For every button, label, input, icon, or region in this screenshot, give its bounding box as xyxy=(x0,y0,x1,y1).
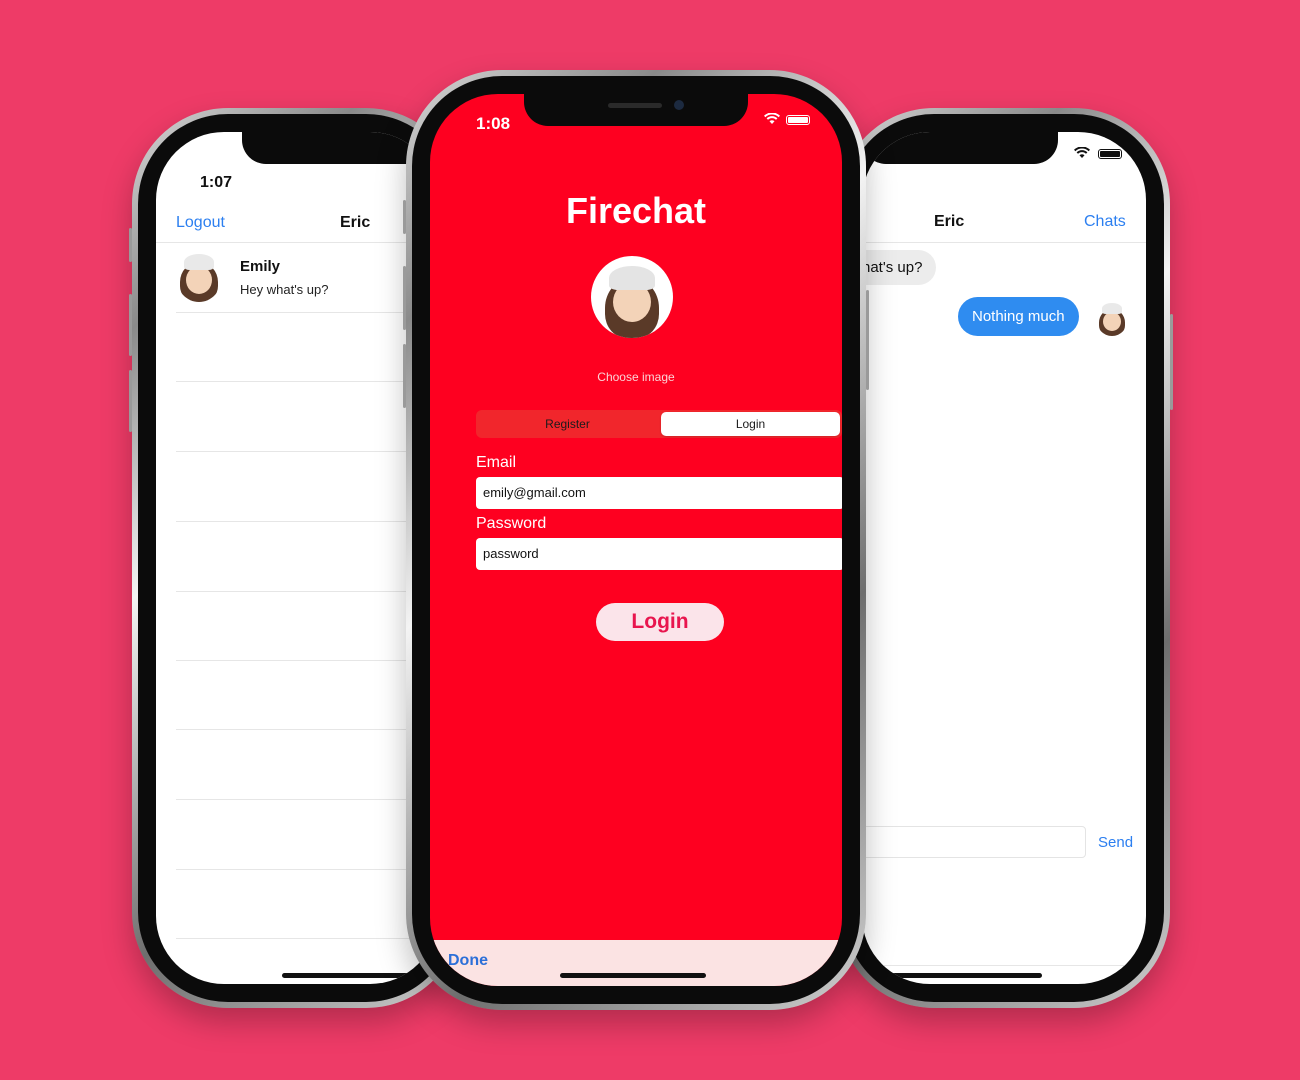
input-divider xyxy=(862,965,1146,966)
password-label: Password xyxy=(476,515,547,532)
app-title: Firechat xyxy=(565,190,707,231)
row-divider xyxy=(176,312,438,313)
keyboard-accessory-bar: Done xyxy=(430,940,842,986)
incoming-message-bubble: hat's up? xyxy=(862,250,937,285)
wifi-icon xyxy=(764,112,780,124)
right-phone-frame: Eric Chats hat's up? Nothing much Send xyxy=(838,108,1173,1008)
status-time: 1:08 xyxy=(476,114,511,133)
row-divider xyxy=(176,938,438,939)
nav-divider xyxy=(862,242,1146,243)
email-field[interactable]: emily@gmail.com xyxy=(476,477,842,509)
power-button xyxy=(866,290,869,390)
side-button xyxy=(129,228,132,262)
center-phone-frame: 1:08 Firechat Choose image Register Logi… xyxy=(403,70,869,1010)
row-divider xyxy=(176,521,438,522)
row-divider xyxy=(176,381,438,382)
password-field[interactable]: password xyxy=(476,538,842,570)
wifi-icon xyxy=(1074,146,1090,158)
done-button[interactable]: Done xyxy=(448,952,488,970)
status-time: 1:07 xyxy=(200,174,233,191)
send-button[interactable]: Send xyxy=(1098,834,1133,851)
battery-icon xyxy=(786,115,810,125)
row-divider xyxy=(176,799,438,800)
chats-back-button[interactable]: Chats xyxy=(1084,213,1126,231)
row-divider xyxy=(176,729,438,730)
memoji-avatar-icon xyxy=(176,252,222,302)
row-divider xyxy=(176,869,438,870)
volume-button xyxy=(129,294,132,356)
chat-last-message: Hey what's up? xyxy=(240,282,329,297)
row-divider xyxy=(176,451,438,452)
front-camera-icon xyxy=(674,100,684,110)
volume-button xyxy=(129,370,132,432)
row-divider xyxy=(176,591,438,592)
home-indicator xyxy=(282,973,422,978)
side-button xyxy=(403,200,406,234)
logout-button[interactable]: Logout xyxy=(176,214,225,232)
battery-icon xyxy=(1098,149,1122,159)
profile-image-picker[interactable] xyxy=(591,256,673,338)
nav-divider xyxy=(156,242,438,243)
volume-button xyxy=(403,344,406,408)
login-screen: 1:08 Firechat Choose image Register Logi… xyxy=(430,94,842,986)
choose-image-link[interactable]: Choose image xyxy=(430,370,842,384)
email-label: Email xyxy=(476,454,517,471)
segment-register[interactable]: Register xyxy=(476,410,659,438)
segment-login[interactable]: Login xyxy=(661,412,840,436)
left-phone-screen: 1:07 Logout Eric Emily Hey what's up? xyxy=(156,132,438,984)
volume-button xyxy=(403,266,406,330)
power-button xyxy=(1170,314,1173,410)
nav-title: Eric xyxy=(934,213,965,230)
home-indicator xyxy=(560,973,706,978)
login-button[interactable]: Login xyxy=(596,603,724,641)
home-indicator xyxy=(872,973,1042,978)
notch xyxy=(524,94,748,126)
right-phone-screen: Eric Chats hat's up? Nothing much Send xyxy=(862,132,1146,984)
message-input[interactable] xyxy=(862,826,1086,858)
outgoing-message-bubble: Nothing much xyxy=(958,297,1079,336)
nav-title: Eric xyxy=(340,214,371,231)
notch xyxy=(862,132,1058,164)
register-login-segmented-control[interactable]: Register Login xyxy=(476,410,842,438)
memoji-avatar-icon xyxy=(591,256,673,338)
chat-contact-name: Emily xyxy=(240,258,281,275)
row-divider xyxy=(176,660,438,661)
memoji-avatar-icon xyxy=(1096,302,1128,336)
speaker-grille xyxy=(608,103,662,108)
